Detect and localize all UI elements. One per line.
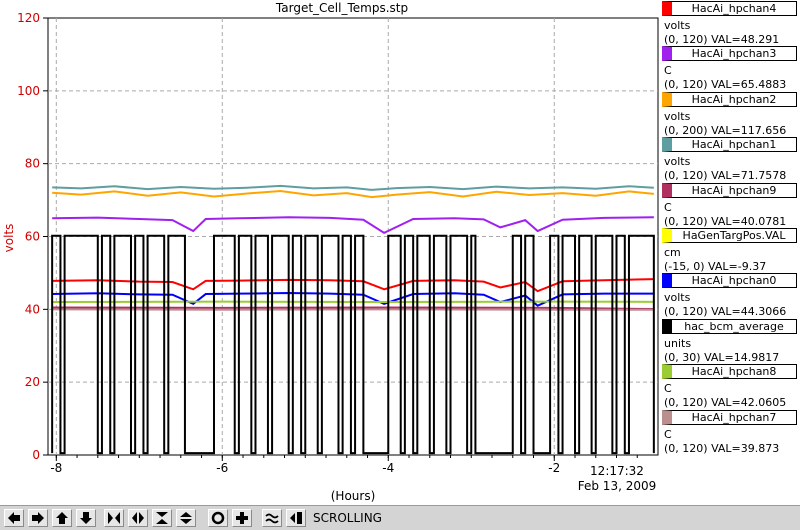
legend-unit: C [664,382,672,396]
legend-unit: volts [664,155,691,169]
series-line-HacAi_hpchan2 [52,189,654,199]
legend-range-value: (0, 120) VAL=40.0781 [664,214,787,228]
legend-range-value: (0, 200) VAL=117.656 [664,123,787,137]
legend-unit: volts [664,19,691,32]
arrow-left-icon [8,512,20,524]
legend-series-name[interactable]: hac_bcm_average [662,318,797,334]
chart-title: Target_Cell_Temps.stp [275,1,408,15]
chart-area: Target_Cell_Temps.stp 12:17:32 Feb 13, 2… [0,0,660,505]
series-line-HacAi_hpchan0 [52,291,654,307]
legend-series-name[interactable]: HacAi_hpchan7 [662,409,797,425]
legend-unit: units [664,336,692,350]
date-label: Feb 13, 2009 [578,479,657,493]
arrow-up-button[interactable] [52,509,72,527]
add-icon [236,512,248,524]
legend-unit: volts [664,291,691,305]
compress-vertical-button[interactable] [176,509,196,527]
zoom-reset-button[interactable] [208,509,228,527]
legend-range-value: (0, 30) VAL=14.9817 [664,350,780,364]
legend-series-name[interactable]: HaGenTargPos.VAL [662,228,797,243]
legend-range-value: (0, 120) VAL=65.4883 [664,78,787,92]
compress-horizontal-button[interactable] [128,509,148,527]
legend-range-value: (0, 120) VAL=48.291 [664,33,780,46]
y-tick-label: 20 [25,375,40,389]
legend-entry[interactable]: HacAi_hpchan7 C (0, 120) VAL=39.873 [660,409,800,463]
add-button[interactable] [232,509,252,527]
x-axis-title: (Hours) [331,489,376,503]
toolbar: SCROLLING [0,505,800,530]
time-label: 12:17:32 [590,464,644,478]
legend-series-name[interactable]: HacAi_hpchan0 [662,273,797,289]
zoom-reset-icon [211,511,225,525]
expand-horizontal-button[interactable] [104,509,124,527]
expand-vertical-button[interactable] [152,509,172,527]
compress-horizontal-icon [132,512,144,524]
series-line-HacAi_hpchan3 [52,216,654,234]
y-axis-title: volts [2,224,16,253]
arrow-down-icon [80,512,92,524]
legend-unit: volts [664,109,691,123]
legend-series-name[interactable]: HacAi_hpchan1 [662,137,797,153]
legend-unit: C [664,200,672,214]
legend-series-name[interactable]: HacAi_hpchan8 [662,364,797,380]
x-tick-label: -4 [382,461,394,475]
y-tick-label: 120 [17,11,40,25]
legend-panel: HacAi_hpchan4 volts (0, 120) VAL=48.291 Hac… [660,0,800,505]
arrow-right-icon [32,512,44,524]
y-tick-label: 0 [32,448,40,462]
arrow-left-button[interactable] [4,509,24,527]
x-tick-label: -2 [548,461,560,475]
expand-vertical-icon [156,512,168,524]
y-tick-label: 40 [25,302,40,316]
legend-range-value: (0, 120) VAL=44.3066 [664,305,787,319]
series-line-HacAi_hpchan4 [52,278,654,293]
scroll-status-text: SCROLLING [313,511,382,525]
autoscale-button[interactable] [262,509,282,527]
legend-range-value: (0, 120) VAL=71.7578 [664,169,787,183]
chart-svg: Target_Cell_Temps.stp 12:17:32 Feb 13, 2… [2,1,659,503]
legend-series-name[interactable]: HacAi_hpchan4 [662,1,797,16]
series-line-hac_bcm_average [51,234,655,455]
x-tick-label: -8 [50,461,62,475]
legend-range-value: (0, 120) VAL=42.0605 [664,396,787,410]
series-line-HacAi_hpchan1 [52,184,654,191]
x-tick-label: -6 [216,461,228,475]
legend-range-value: (0, 120) VAL=39.873 [664,441,780,455]
expand-horizontal-icon [108,512,120,524]
legend-series-name[interactable]: HacAi_hpchan3 [662,46,797,62]
scroll-mode-icon [290,512,302,524]
arrow-down-button[interactable] [76,509,96,527]
scroll-mode-button[interactable] [286,509,306,527]
legend-series-name[interactable]: HacAi_hpchan2 [662,91,797,107]
compress-vertical-icon [180,512,192,524]
legend-unit: cm [664,246,681,259]
y-tick-label: 80 [25,157,40,171]
legend-unit: C [664,64,672,78]
y-tick-label: 100 [17,84,40,98]
legend-series-name[interactable]: HacAi_hpchan9 [662,182,797,198]
y-tick-label: 60 [25,230,40,244]
autoscale-icon [265,513,279,524]
legend-unit: C [664,427,672,441]
arrow-up-icon [56,512,68,524]
arrow-right-button[interactable] [28,509,48,527]
legend-range-value: (-15, 0) VAL=-9.37 [664,260,767,273]
